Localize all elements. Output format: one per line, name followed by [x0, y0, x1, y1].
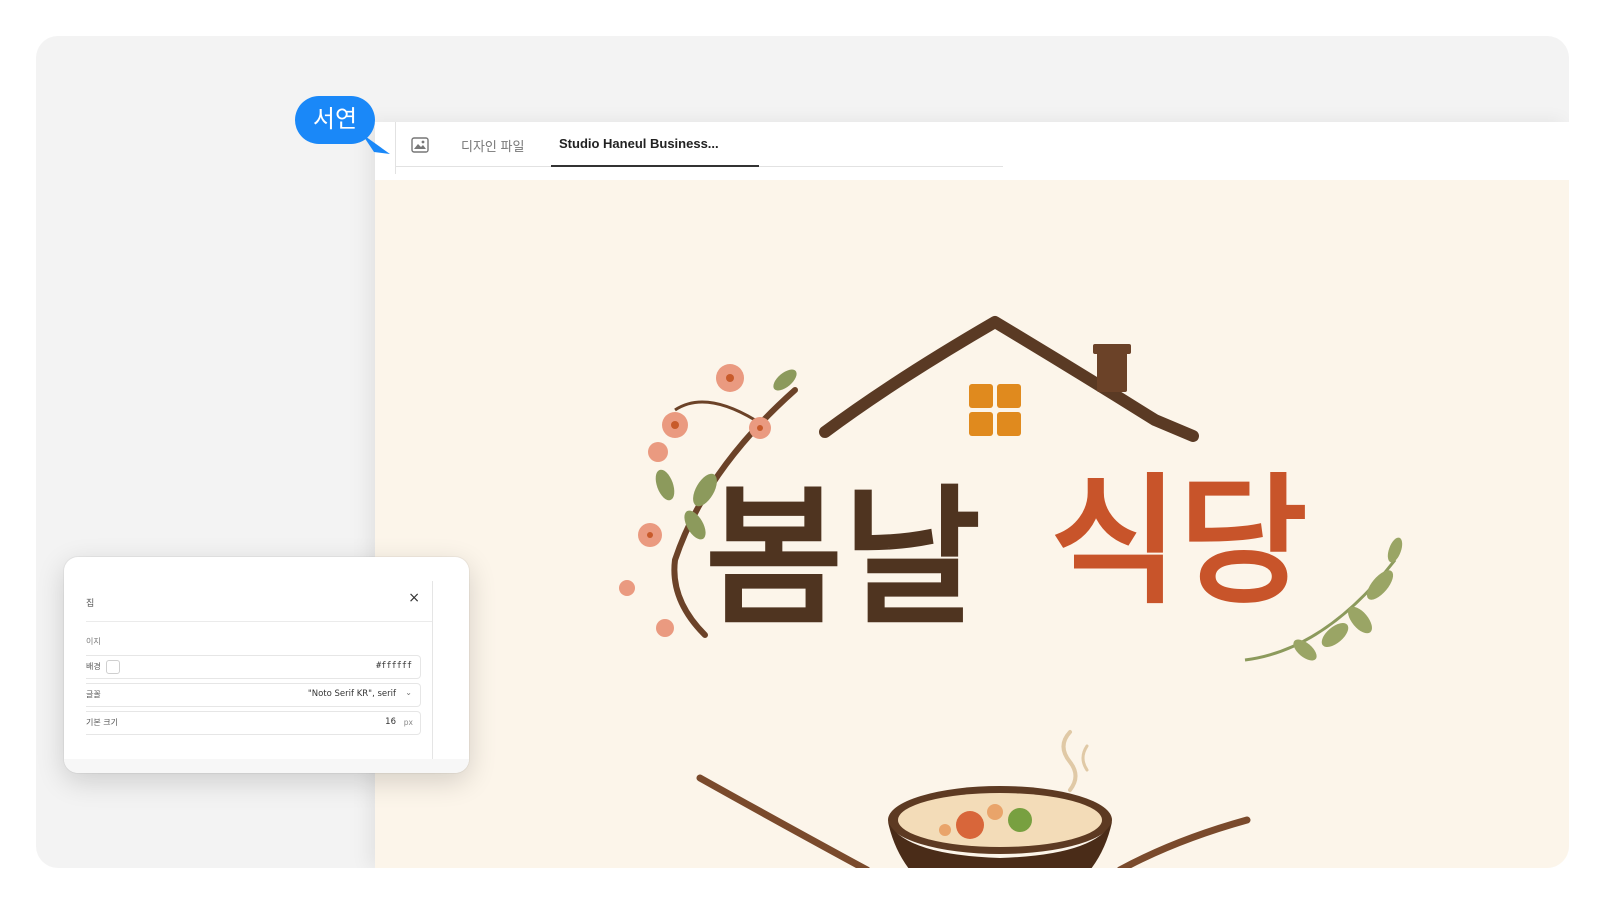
base-size-field[interactable]: 기본 크기 16 px [86, 711, 421, 735]
base-size-value: 16 [385, 717, 396, 727]
active-tab-indicator [551, 165, 759, 167]
base-size-unit: px [403, 718, 413, 727]
editor-window: 디자인 파일 Studio Haneul Business... 봄날 식당 [375, 122, 1569, 868]
logo-title-dark: 봄날 [705, 472, 981, 646]
panel-footer [64, 759, 469, 773]
page-properties-panel: 집 × 이지 배경 #ffffff 글꼴 "Noto Serif KR", se… [64, 557, 469, 773]
color-swatch[interactable] [106, 660, 120, 674]
background-color-field[interactable]: 배경 #ffffff [86, 655, 421, 679]
background-label: 배경 [86, 662, 101, 671]
restaurant-logo-illustration: 봄날 식당 [619, 316, 1403, 868]
close-icon[interactable]: × [408, 590, 420, 606]
panel-content: 집 × 이지 배경 #ffffff 글꼴 "Noto Serif KR", se… [86, 581, 433, 759]
tab-studio-haneul[interactable]: Studio Haneul Business... [559, 136, 719, 151]
image-icon[interactable] [411, 137, 429, 153]
tab-design-file[interactable]: 디자인 파일 [461, 136, 524, 155]
font-label: 글꼴 [86, 690, 101, 699]
tab-bar: 디자인 파일 Studio Haneul Business... [375, 122, 1569, 181]
collaborator-cursor-icon [362, 134, 390, 154]
font-family-select[interactable]: 글꼴 "Noto Serif KR", serif ⌄ [86, 683, 421, 707]
font-value: "Noto Serif KR", serif [307, 689, 396, 699]
chevron-down-icon[interactable]: ⌄ [405, 688, 412, 697]
logo-title-accent: 식당 [1050, 461, 1308, 624]
base-size-label: 기본 크기 [86, 718, 118, 727]
panel-title: 집 [86, 599, 95, 609]
section-label-page: 이지 [86, 637, 101, 646]
background-value: #ffffff [376, 661, 412, 671]
design-canvas[interactable]: 봄날 식당 [375, 180, 1569, 868]
panel-divider [86, 621, 432, 622]
